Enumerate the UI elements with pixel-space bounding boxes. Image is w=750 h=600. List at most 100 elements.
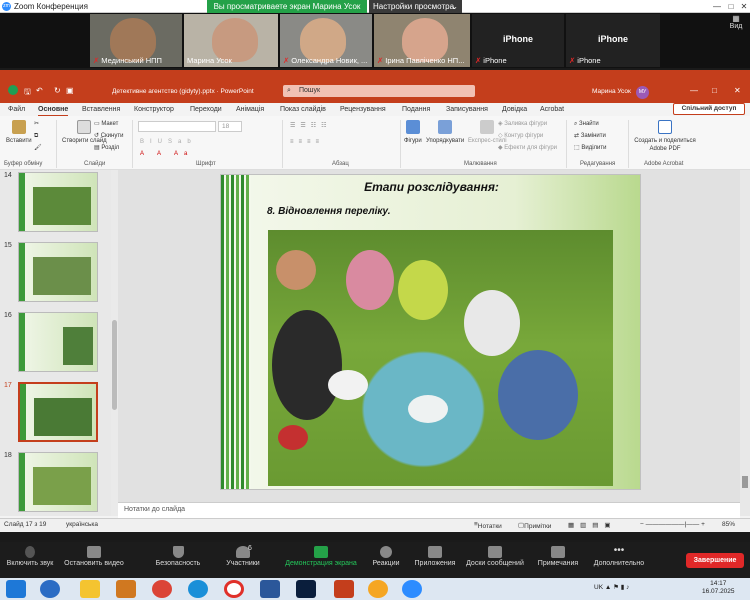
- zoom-icon[interactable]: [402, 580, 422, 598]
- tab-help[interactable]: Довідка: [502, 104, 527, 115]
- zoom-slider[interactable]: − ——————|—— +: [640, 521, 705, 528]
- close-icon[interactable]: ✕: [737, 0, 750, 13]
- reactions-button[interactable]: Реакции: [368, 542, 404, 567]
- list-buttons[interactable]: ☰☰☷☷: [290, 122, 332, 130]
- replace-button[interactable]: ⇄ Замінити: [574, 132, 606, 140]
- maximize-icon[interactable]: □: [724, 0, 738, 13]
- slide-thumbnail[interactable]: [18, 452, 98, 512]
- outline-button[interactable]: ◇ Контур фігури: [498, 132, 543, 140]
- layout-button[interactable]: ▭ Макет: [94, 120, 118, 128]
- avatar[interactable]: МУ: [636, 86, 649, 99]
- slide-thumbnail-selected[interactable]: [18, 382, 98, 442]
- start-icon[interactable]: [6, 580, 26, 598]
- folder-icon[interactable]: [80, 580, 100, 598]
- notes-toggle[interactable]: ≡ Нотатки: [474, 521, 502, 530]
- present-icon[interactable]: ▣: [66, 86, 74, 95]
- font-format-buttons[interactable]: BIUSab: [140, 138, 197, 146]
- view-settings-button[interactable]: Настройки просмотра ⌄: [369, 0, 462, 13]
- cut-icon[interactable]: ✂: [34, 120, 39, 128]
- participant-tile[interactable]: iPhone ✗ iPhone: [566, 14, 660, 67]
- reset-button[interactable]: ↺ Скинути: [94, 132, 123, 140]
- participants-button[interactable]: Участники: [220, 542, 266, 567]
- slide[interactable]: Етапи розслідування: 8. Відновлення пере…: [220, 174, 641, 490]
- participant-tile[interactable]: Марина Усок: [184, 14, 278, 67]
- end-meeting-button[interactable]: Завершение: [686, 553, 744, 568]
- participant-tile[interactable]: ✗ Ірина Павліченко НП...: [374, 14, 470, 67]
- tab-record[interactable]: Записування: [446, 104, 488, 115]
- whiteboard-button[interactable]: Доски сообщений: [462, 542, 528, 567]
- canvas-scrollbar[interactable]: [740, 170, 750, 516]
- apps-button[interactable]: Приложения: [410, 542, 460, 567]
- redo-icon[interactable]: ↻: [54, 86, 61, 95]
- font-color-buttons[interactable]: A A Aa: [140, 150, 193, 158]
- media-icon[interactable]: [116, 580, 136, 598]
- share-button[interactable]: Спільний доступ: [673, 103, 745, 115]
- slide-thumbnail[interactable]: [18, 172, 98, 232]
- fill-button[interactable]: ◈ Заливка фігури: [498, 120, 547, 128]
- tab-slideshow[interactable]: Показ слайдів: [280, 104, 326, 115]
- effects-button[interactable]: ◆ Ефекти для фігури: [498, 144, 557, 152]
- participant-tile[interactable]: ✗ Олександра Новик, ...: [280, 14, 372, 67]
- security-button[interactable]: Безопасность: [148, 542, 208, 567]
- clock[interactable]: 14:17 16.07.2025: [702, 580, 735, 596]
- slide-subtitle[interactable]: 8. Відновлення переліку.: [267, 206, 391, 217]
- tab-view[interactable]: Подання: [402, 104, 430, 115]
- language-indicator[interactable]: українська: [66, 521, 98, 528]
- copy-icon[interactable]: ⧉: [34, 132, 38, 140]
- language-indicator[interactable]: UK: [594, 584, 603, 591]
- select-button[interactable]: ⬚ Виділити: [574, 144, 606, 152]
- system-tray[interactable]: UK ▲ ⚑ ▮ ♪: [594, 583, 629, 591]
- comments-toggle[interactable]: ▢ Примітки: [518, 521, 551, 530]
- section-button[interactable]: ▤ Розділ: [94, 144, 119, 152]
- view-mode-buttons[interactable]: ▦▥▤▣: [568, 521, 617, 529]
- undo-icon[interactable]: ↶: [36, 86, 43, 95]
- tab-acrobat[interactable]: Acrobat: [540, 104, 564, 115]
- minimize-icon[interactable]: —: [710, 0, 724, 13]
- share-screen-button[interactable]: Демонстрация экрана: [282, 542, 360, 567]
- more-button[interactable]: ••• Дополнительно: [588, 542, 650, 568]
- notes-pane[interactable]: Нотатки до слайда: [118, 502, 740, 518]
- scrollbar-thumb[interactable]: [112, 320, 117, 410]
- participant-tile[interactable]: iPhone ✗ iPhone: [472, 14, 564, 67]
- save-icon[interactable]: 🖫: [24, 86, 31, 100]
- photoshop-icon[interactable]: [296, 580, 316, 598]
- slide-thumbnail[interactable]: [18, 242, 98, 302]
- word-icon[interactable]: [260, 580, 280, 598]
- app-icon[interactable]: [368, 580, 388, 598]
- tab-animations[interactable]: Анімація: [236, 104, 264, 115]
- scrollbar-thumb[interactable]: [742, 476, 748, 488]
- zoom-level[interactable]: 85%: [722, 521, 735, 528]
- tab-review[interactable]: Рецензування: [340, 104, 386, 115]
- font-size-select[interactable]: 18: [218, 121, 242, 132]
- tab-transitions[interactable]: Переходи: [190, 104, 222, 115]
- notes-button[interactable]: Примечания: [534, 542, 582, 567]
- format-painter-icon[interactable]: 🖌: [34, 144, 42, 152]
- search-input[interactable]: ⌕ Пошук: [283, 85, 475, 97]
- arrange-button[interactable]: Упорядкувати: [426, 120, 464, 145]
- participant-tile[interactable]: ✗ Мединський НПП: [90, 14, 182, 67]
- font-name-select[interactable]: [138, 121, 216, 132]
- view-button[interactable]: ▦ Вид: [722, 14, 750, 36]
- slide-thumbnail[interactable]: [18, 312, 98, 372]
- adobe-create-button[interactable]: Создать и поделиться Adobe PDF: [632, 120, 698, 153]
- maximize-icon[interactable]: □: [712, 86, 717, 95]
- tab-design[interactable]: Конструктор: [134, 104, 174, 115]
- edge-icon[interactable]: [188, 580, 208, 598]
- mute-button[interactable]: Включить звук: [4, 542, 56, 567]
- thumbnails-scrollbar[interactable]: [111, 170, 118, 516]
- chrome-icon[interactable]: [152, 580, 172, 598]
- align-buttons[interactable]: ≡≡≡≡: [290, 138, 324, 146]
- powerpoint-icon[interactable]: [334, 580, 354, 598]
- video-button[interactable]: Остановить видео: [62, 542, 126, 567]
- find-button[interactable]: ⌕ Знайти: [574, 120, 599, 128]
- close-icon[interactable]: ✕: [734, 86, 741, 95]
- tab-file[interactable]: Файл: [8, 104, 25, 115]
- paste-button[interactable]: Вставити: [6, 120, 32, 145]
- slide-title[interactable]: Етапи розслідування:: [221, 180, 642, 194]
- ie-icon[interactable]: [40, 580, 60, 598]
- opera-icon[interactable]: [224, 580, 244, 598]
- minimize-icon[interactable]: —: [690, 86, 698, 95]
- tab-insert[interactable]: Вставлення: [82, 104, 120, 115]
- shapes-button[interactable]: Фігури: [404, 120, 422, 145]
- slide-photo[interactable]: [268, 230, 613, 486]
